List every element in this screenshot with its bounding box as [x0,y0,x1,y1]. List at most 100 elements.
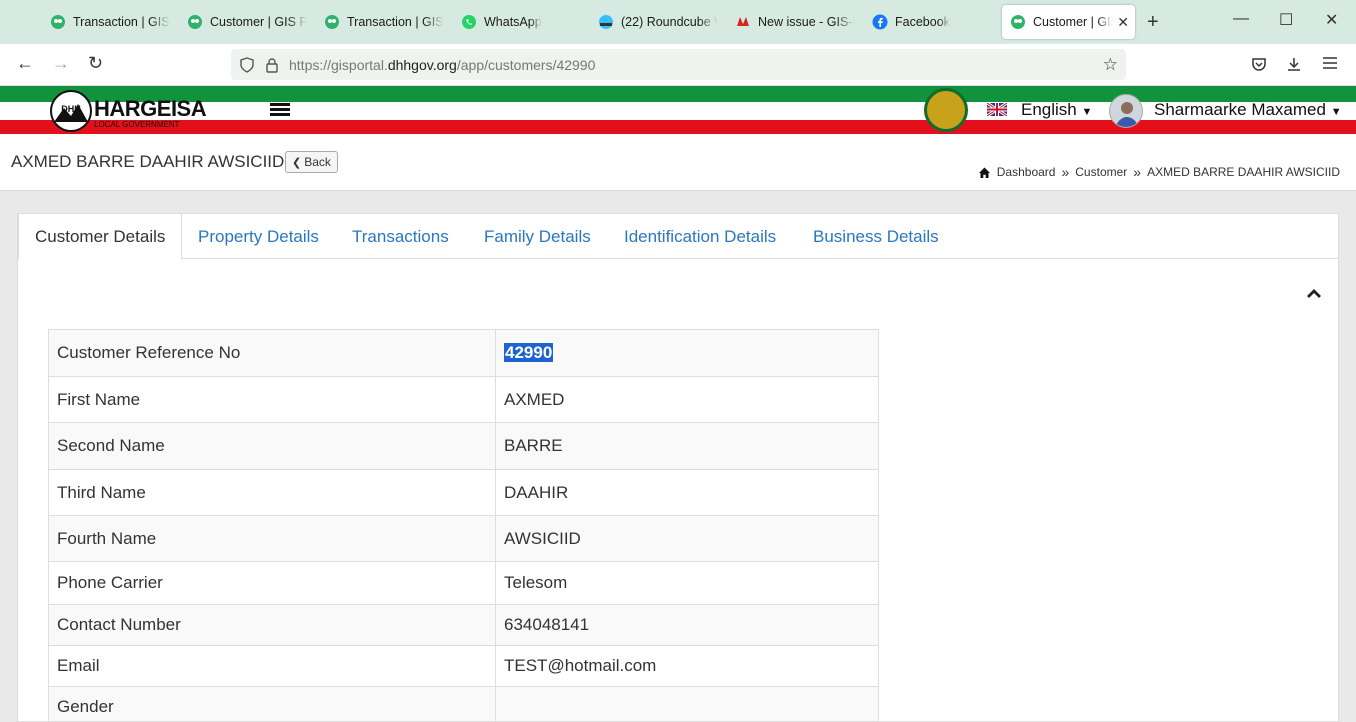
reference-number-selected: 42990 [504,343,554,362]
pocket-icon[interactable] [1251,56,1267,72]
caret-down-icon: ▼ [1330,106,1342,118]
field-value: 634048141 [495,604,879,646]
browser-tab-label: Transaction | GIS P [347,15,444,29]
logo-emblem-icon: DHH [50,90,92,132]
logo-subtitle: LOCAL GOVERNMENT [94,120,180,129]
reload-icon[interactable]: ↻ [88,53,103,74]
table-row: Second Name BARRE [48,422,879,470]
logo-letters: DHH [61,104,81,114]
back-button-label: Back [304,155,331,169]
close-tab-icon[interactable]: ✕ [1117,14,1129,31]
coat-of-arms-icon [924,88,968,132]
breadcrumb-separator: » [1133,164,1142,180]
tab-business-details[interactable]: Business Details [797,214,955,259]
language-label: English [1021,100,1077,119]
table-row: Contact Number 634048141 [48,604,879,646]
browser-tab[interactable]: New issue - GIS-H [735,5,855,39]
table-row: Customer Reference No 42990 [48,329,879,377]
field-label: Email [48,645,496,687]
browser-tab-label: WhatsApp [484,15,542,29]
field-label: Third Name [48,469,496,516]
url-host: dhhgov.org [387,56,457,73]
breadcrumb-current: AXMED BARRE DAAHIR AWSICIID [1147,165,1340,179]
field-value: BARRE [495,422,879,470]
browser-tab[interactable]: Facebook [872,5,992,39]
caret-down-icon: ▼ [1081,106,1093,118]
maximize-icon[interactable]: ☐ [1279,10,1293,30]
field-value: TEST@hotmail.com [495,645,879,687]
table-row: First Name AXMED [48,376,879,423]
tab-transactions[interactable]: Transactions [336,214,465,259]
forward-arrow-icon[interactable]: → [52,53,70,74]
browser-tab[interactable]: Customer | GIS Po [187,5,307,39]
browser-tab[interactable]: Transaction | GIS P [324,5,444,39]
field-value: AWSICIID [495,515,879,562]
browser-nav-bar: ← → ↻ https://gisportal. dhhgov.org/app/c… [0,44,1356,86]
tab-family-details[interactable]: Family Details [468,214,607,259]
detail-tabs: Customer Details Property Details Transa… [18,214,1338,260]
browser-tab-active[interactable]: Customer | GIS Po ✕ [1002,5,1135,39]
browser-tab-label: New issue - GIS-H [758,15,855,29]
field-value: DAAHIR [495,469,879,516]
page-title: AXMED BARRE DAAHIR AWSICIID [11,152,285,171]
new-tab-icon[interactable]: + [1147,11,1159,34]
field-label: Gender [48,686,496,721]
browser-tab-label: Customer | GIS Po [210,15,307,29]
uk-flag-icon[interactable] [986,101,1008,118]
field-label: Fourth Name [48,515,496,562]
avatar[interactable] [1109,94,1143,128]
field-value: 42990 [495,329,879,377]
field-label: First Name [48,376,496,423]
lock-icon[interactable] [265,57,279,73]
table-row: Phone Carrier Telesom [48,561,879,605]
browser-tab[interactable]: (22) Roundcube W [598,5,718,39]
back-arrow-icon[interactable]: ← [16,53,34,74]
gis-icon [51,15,65,29]
breadcrumb: Dashboard » Customer » AXMED BARRE DAAHI… [978,164,1340,180]
browser-tab[interactable]: Transaction | GIS P [50,5,170,39]
user-dropdown[interactable]: Sharmaarke Maxamed ▼ [1154,100,1342,120]
download-icon[interactable] [1286,56,1302,72]
table-row: Email TEST@hotmail.com [48,645,879,687]
chevron-up-icon[interactable] [1304,284,1324,304]
table-row: Gender [48,686,879,721]
window-close-icon[interactable]: ✕ [1325,10,1338,30]
minimize-icon[interactable]: — [1233,10,1249,28]
field-value [495,686,879,721]
breadcrumb-separator: » [1061,164,1070,180]
bookmark-star-icon[interactable]: ☆ [1103,55,1118,75]
browser-tab[interactable]: WhatsApp [461,5,581,39]
facebook-icon [872,14,888,30]
hargeisa-logo[interactable]: DHH HARGEISA LOCAL GOVERNMENT [50,90,210,134]
gitlab-icon [737,17,749,26]
language-dropdown[interactable]: English ▼ [1021,100,1092,120]
url-path: /app/customers/42990 [456,56,596,73]
app-header: DHH HARGEISA LOCAL GOVERNMENT English ▼ … [0,86,1356,136]
gis-icon [188,15,202,29]
browser-tab-label: Customer | GIS Po [1033,15,1113,29]
address-bar[interactable]: https://gisportal. dhhgov.org/app/custome… [231,49,1126,80]
user-name: Sharmaarke Maxamed [1154,100,1326,119]
tab-customer-details[interactable]: Customer Details [18,214,183,260]
page-title-bar: AXMED BARRE DAAHIR AWSICIID ❮ Back Dashbo… [0,136,1356,191]
tab-property-details[interactable]: Property Details [182,214,335,259]
browser-tab-label: Facebook [895,15,950,29]
back-button[interactable]: ❮ Back [285,151,338,173]
menu-icon[interactable] [1323,57,1337,69]
field-label: Customer Reference No [48,329,496,377]
shield-icon[interactable] [239,56,255,73]
field-value: Telesom [495,561,879,605]
roundcube-icon [599,15,613,29]
tab-identification-details[interactable]: Identification Details [608,214,792,259]
field-label: Contact Number [48,604,496,646]
customer-details-table: Customer Reference No 42990 First Name A… [48,329,879,721]
home-icon [978,167,990,178]
customer-card: Customer Details Property Details Transa… [17,213,1339,722]
breadcrumb-customer[interactable]: Customer [1075,165,1127,179]
chevron-left-icon: ❮ [292,156,302,169]
sidebar-toggle-icon[interactable] [270,103,290,117]
field-label: Second Name [48,422,496,470]
breadcrumb-dashboard[interactable]: Dashboard [997,165,1056,179]
browser-tab-label: Transaction | GIS P [73,15,170,29]
field-value: AXMED [495,376,879,423]
